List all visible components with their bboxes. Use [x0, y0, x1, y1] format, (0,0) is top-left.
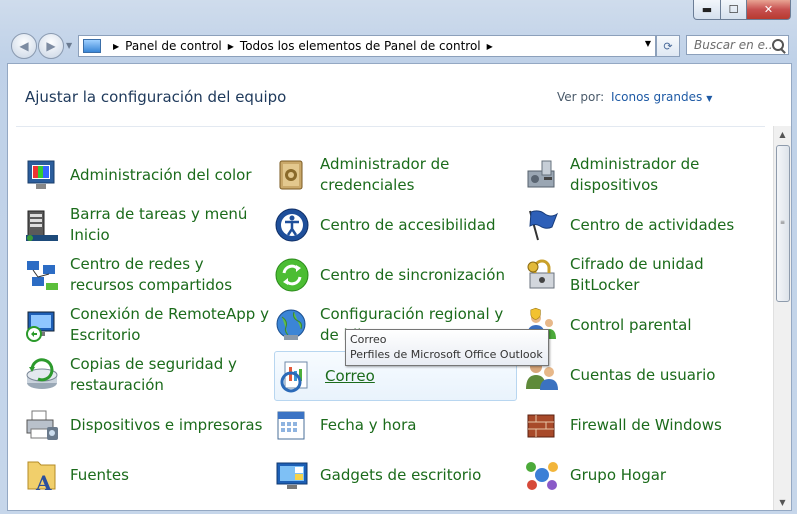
tooltip: Correo Perfiles de Microsoft Office Outl…: [345, 329, 549, 366]
window-frame: ▬ ☐ ✕ ◀ ▶ ▼ ▶ Panel de control ▶ Todos l…: [0, 0, 797, 514]
breadcrumb-chevron-icon[interactable]: ▶: [487, 42, 493, 51]
remoteapp-icon: [24, 307, 60, 343]
breadcrumb-control-panel[interactable]: Panel de control: [125, 39, 222, 53]
item-devices-printers[interactable]: Dispositivos e impresoras: [24, 402, 269, 448]
svg-text:A: A: [35, 471, 52, 493]
item-label: Control parental: [570, 315, 692, 334]
fonts-icon: A: [24, 457, 60, 495]
taskbar-icon: [24, 207, 60, 243]
region-globe-icon: [274, 307, 310, 343]
item-gadgets[interactable]: Gadgets de escritorio: [274, 452, 519, 498]
action-center-flag-icon: [524, 207, 560, 243]
printer-icon: [24, 407, 60, 443]
search-placeholder: Buscar en e...: [694, 38, 777, 52]
item-label: Administrador de dispositivos: [570, 155, 700, 194]
refresh-icon: ⟳: [663, 39, 673, 53]
sync-icon: [274, 257, 310, 293]
item-firewall[interactable]: Firewall de Windows: [524, 402, 769, 448]
bitlocker-icon: [524, 257, 560, 293]
refresh-button[interactable]: ⟳: [656, 35, 680, 57]
scroll-down-icon[interactable]: ▼: [774, 494, 791, 510]
item-parental-control[interactable]: Control parental: [524, 302, 769, 348]
item-color-management[interactable]: Administración del color: [24, 152, 269, 198]
tooltip-text: Perfiles de Microsoft Office Outlook: [350, 348, 543, 361]
item-device-manager[interactable]: Administrador de dispositivos: [524, 152, 769, 198]
backup-icon: [24, 357, 60, 393]
search-icon[interactable]: [772, 39, 784, 51]
forward-arrow-icon: ▶: [46, 39, 56, 53]
network-icon: [24, 257, 60, 293]
close-button[interactable]: ✕: [747, 0, 791, 20]
scrollbar-thumb[interactable]: ≡: [776, 145, 790, 302]
breadcrumb-chevron-icon[interactable]: ▶: [228, 42, 234, 51]
item-label: Conexión de RemoteApp y Escritorio: [70, 305, 269, 344]
item-user-accounts[interactable]: Cuentas de usuario: [524, 352, 769, 398]
window-controls: ▬ ☐ ✕: [693, 0, 791, 20]
item-label: Centro de sincronización: [320, 265, 505, 284]
item-network-center[interactable]: Centro de redes y recursos compartidos: [24, 252, 269, 298]
content-pane: Ajustar la configuración del equipo Ver …: [7, 63, 792, 511]
item-label: Correo: [325, 366, 375, 385]
item-date-time[interactable]: Fecha y hora: [274, 402, 519, 448]
minimize-button[interactable]: ▬: [693, 0, 721, 20]
gadgets-icon: [274, 457, 310, 493]
item-credential-manager[interactable]: Administrador de credenciales: [274, 152, 519, 198]
item-label: Dispositivos e impresoras: [70, 415, 263, 434]
mail-icon: [279, 358, 315, 394]
item-fonts[interactable]: A Fuentes: [24, 452, 269, 498]
item-label: Grupo Hogar: [570, 465, 667, 484]
item-label: Administración del color: [70, 165, 252, 184]
back-button[interactable]: ◀: [11, 33, 37, 59]
breadcrumb-chevron-icon[interactable]: ▶: [113, 42, 119, 51]
forward-button[interactable]: ▶: [38, 33, 64, 59]
device-manager-icon: [524, 157, 560, 193]
date-time-icon: [274, 407, 310, 443]
credential-manager-icon: [274, 157, 310, 193]
firewall-icon: [524, 407, 560, 443]
item-sync-center[interactable]: Centro de sincronización: [274, 252, 519, 298]
maximize-button[interactable]: ☐: [721, 0, 747, 20]
item-label: Barra de tareas y menú Inicio: [70, 205, 248, 244]
scroll-grip-icon: ≡: [780, 219, 786, 226]
homegroup-icon: [524, 457, 560, 493]
item-label: Centro de actividades: [570, 215, 735, 234]
tooltip-title: Correo: [350, 333, 387, 346]
item-bitlocker[interactable]: Cifrado de unidad BitLocker: [524, 252, 769, 298]
item-label: Administrador de credenciales: [320, 155, 450, 194]
search-input[interactable]: Buscar en e...: [686, 35, 789, 55]
item-label: Fuentes: [70, 465, 129, 484]
item-remoteapp[interactable]: Conexión de RemoteApp y Escritorio: [24, 302, 269, 348]
scroll-up-icon[interactable]: ▲: [774, 126, 791, 142]
vertical-scrollbar[interactable]: ▲ ≡ ▼: [773, 126, 791, 510]
item-accessibility[interactable]: Centro de accesibilidad: [274, 202, 519, 248]
item-label: Fecha y hora: [320, 415, 417, 434]
page-title: Ajustar la configuración del equipo: [25, 88, 287, 106]
color-management-icon: [24, 157, 60, 193]
view-by-dropdown[interactable]: Iconos grandes ▼: [611, 90, 712, 104]
header-divider: [16, 126, 765, 127]
item-action-center[interactable]: Centro de actividades: [524, 202, 769, 248]
item-label: Centro de accesibilidad: [320, 215, 496, 234]
item-label: Firewall de Windows: [570, 415, 722, 434]
item-label: Cifrado de unidad BitLocker: [570, 255, 704, 294]
item-label: Centro de redes y recursos compartidos: [70, 255, 233, 294]
item-taskbar[interactable]: Barra de tareas y menú Inicio: [24, 202, 269, 248]
view-by-value: Iconos grandes: [611, 90, 703, 104]
accessibility-icon: [274, 207, 310, 243]
breadcrumb-all-items[interactable]: Todos los elementos de Panel de control: [240, 39, 481, 53]
address-dropdown-icon[interactable]: ▼: [645, 39, 651, 48]
item-label: Cuentas de usuario: [570, 365, 716, 384]
item-homegroup[interactable]: Grupo Hogar: [524, 452, 769, 498]
recent-pages-icon[interactable]: ▼: [66, 41, 72, 50]
control-panel-icon: [83, 39, 101, 53]
back-arrow-icon: ◀: [19, 39, 29, 53]
item-backup[interactable]: Copias de seguridad y restauración: [24, 352, 269, 398]
item-label: Gadgets de escritorio: [320, 465, 482, 484]
address-bar[interactable]: ▶ Panel de control ▶ Todos los elementos…: [78, 35, 656, 57]
item-label: Copias de seguridad y restauración: [70, 355, 237, 394]
view-by-label: Ver por:: [557, 90, 605, 104]
dropdown-caret-icon: ▼: [706, 94, 713, 103]
